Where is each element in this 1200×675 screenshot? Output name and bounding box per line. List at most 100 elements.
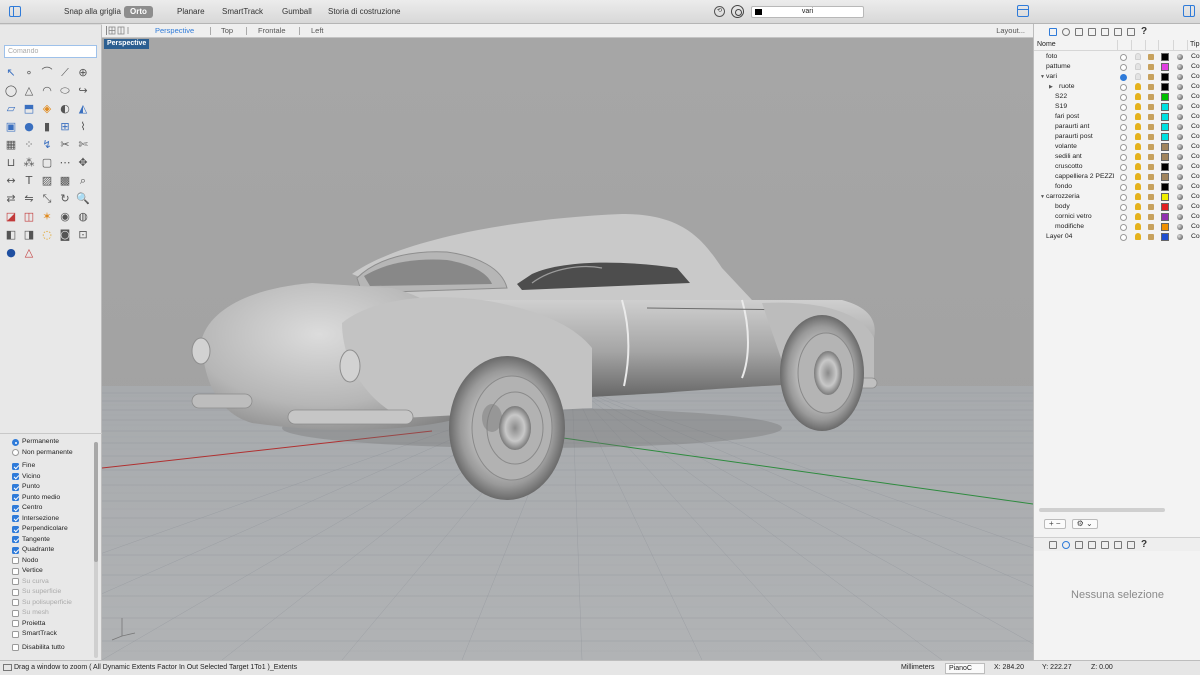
layer-name[interactable]: body — [1055, 202, 1070, 212]
layer-name[interactable]: ruote — [1059, 82, 1075, 92]
toggle-orto[interactable]: Orto — [124, 6, 153, 18]
lock-icon[interactable] — [1148, 234, 1154, 240]
curve-control-points-icon[interactable]: ⟋ — [57, 65, 73, 81]
osnap-checkbox[interactable] — [12, 515, 19, 523]
help-icon[interactable]: ? — [1140, 27, 1148, 37]
paint-icon[interactable]: △ — [21, 245, 37, 261]
material-icon[interactable] — [1177, 154, 1183, 160]
current-layer-radio[interactable] — [1120, 73, 1127, 81]
rotate-icon[interactable]: ↻ — [57, 191, 73, 207]
layer-name[interactable]: paraurti ant — [1055, 122, 1089, 132]
material-icon[interactable] — [1177, 94, 1183, 100]
layer-name[interactable]: fari post — [1055, 112, 1079, 122]
osnap-checkbox[interactable] — [12, 578, 19, 586]
osnap-checkbox[interactable] — [12, 494, 19, 502]
material-icon[interactable] — [1177, 174, 1183, 180]
layer-options-button[interactable]: ⚙ ⌄ — [1071, 519, 1098, 529]
current-layer-radio[interactable] — [1120, 193, 1127, 201]
lock-icon[interactable] — [1148, 54, 1154, 60]
lock-icon[interactable] — [1148, 214, 1154, 220]
layer-name[interactable]: volante — [1055, 142, 1077, 152]
color-wheel-icon[interactable]: ◌ — [39, 227, 55, 243]
lights-tab-icon[interactable] — [1101, 540, 1109, 549]
current-layer-radio[interactable] — [1120, 83, 1127, 91]
current-layer-select[interactable]: vari — [751, 6, 864, 18]
notes-tab-icon[interactable] — [1127, 540, 1135, 549]
osnap-item[interactable]: Punto medio — [12, 493, 60, 503]
osnap-item[interactable]: SmartTrack — [12, 629, 57, 639]
osnap-item[interactable]: Su curva — [12, 577, 49, 587]
osnap-checkbox[interactable] — [12, 630, 19, 638]
osnap-checkbox[interactable] — [12, 462, 19, 470]
current-layer-radio[interactable] — [1120, 173, 1127, 181]
extrude-surface-icon[interactable]: ⬒ — [21, 101, 37, 117]
osnap-checkbox[interactable] — [12, 525, 19, 533]
mirror-icon[interactable]: ⇋ — [21, 191, 37, 207]
current-layer-radio[interactable] — [1120, 143, 1127, 151]
osnap-item[interactable]: Vertice — [12, 566, 43, 576]
layer-name[interactable]: Layer 04 — [1046, 232, 1072, 242]
join-icon[interactable]: ⊔ — [3, 155, 19, 171]
ellipse-icon[interactable]: ⬭ — [57, 83, 73, 99]
viewport-layout-icons[interactable] — [106, 26, 130, 35]
render-tab-icon[interactable] — [1114, 540, 1122, 549]
layer-name[interactable]: S19 — [1055, 102, 1067, 112]
units-indicator[interactable]: Millimeters — [901, 661, 934, 675]
hatch-icon[interactable]: ▨ — [39, 173, 55, 189]
lock-icon[interactable] — [1148, 114, 1154, 120]
explode-icon[interactable]: ⁂ — [21, 155, 37, 171]
osnap-mode-1[interactable]: Non permanente — [12, 448, 73, 458]
layer-color-swatch[interactable] — [1161, 133, 1169, 141]
material-icon[interactable] — [1177, 184, 1183, 190]
layer-color-swatch[interactable] — [1161, 153, 1169, 161]
plane-surface-icon[interactable]: ▱ — [3, 101, 19, 117]
osnap-mode-radio[interactable] — [12, 449, 19, 457]
layer-row[interactable]: body Co — [1034, 202, 1200, 212]
lock-icon[interactable] — [1148, 164, 1154, 170]
sphere-render-icon[interactable]: ● — [3, 245, 19, 261]
layer-row[interactable]: ▶ ruote Co — [1034, 82, 1200, 92]
trim-icon[interactable]: ✄ — [75, 137, 91, 153]
mesh-icon[interactable]: ▦ — [3, 137, 19, 153]
zoom-extents-icon[interactable]: ⊕ — [75, 65, 91, 81]
toggle-storia-di-costruzione[interactable]: Storia di costruzione — [322, 6, 406, 18]
sidebar-toggle-icon[interactable] — [9, 6, 21, 17]
render-icon[interactable]: ◪ — [3, 209, 19, 225]
lock-icon[interactable] — [1148, 134, 1154, 140]
circle-icon[interactable]: ◯ — [3, 83, 19, 99]
layer-color-swatch[interactable] — [1161, 53, 1169, 61]
visibility-bulb-icon[interactable] — [1135, 123, 1141, 130]
viewport-scene[interactable] — [102, 38, 1033, 660]
current-layer-radio[interactable] — [1120, 93, 1127, 101]
layer-row[interactable]: paraurti post Co — [1034, 132, 1200, 142]
osnap-checkbox[interactable] — [12, 536, 19, 544]
material-icon[interactable] — [1177, 114, 1183, 120]
layer-name[interactable]: pattume — [1046, 62, 1071, 72]
lights-tab-icon[interactable] — [1101, 28, 1109, 36]
block-icon[interactable]: ▩ — [57, 173, 73, 189]
material-icon[interactable] — [1177, 74, 1183, 80]
osnap-item[interactable]: Punto — [12, 482, 40, 492]
layer-color-swatch[interactable] — [1161, 103, 1169, 111]
command-input[interactable] — [4, 45, 97, 58]
tab-left[interactable]: Left — [311, 25, 324, 37]
current-layer-radio[interactable] — [1120, 53, 1127, 61]
snapshot-icon[interactable]: ◙ — [57, 227, 73, 243]
osnap-item[interactable]: Vicino — [12, 472, 40, 482]
notes-tab-icon[interactable] — [1127, 28, 1135, 36]
lock-icon[interactable] — [1148, 154, 1154, 160]
current-layer-radio[interactable] — [1120, 203, 1127, 211]
layer-row[interactable]: ▼ carrozzeria Co — [1034, 192, 1200, 202]
box-solid-icon[interactable]: ▣ — [3, 119, 19, 135]
collapse-icon[interactable]: ▼ — [1040, 192, 1045, 202]
layer-name[interactable]: paraurti post — [1055, 132, 1093, 142]
current-layer-radio[interactable] — [1120, 233, 1127, 241]
library-tab-icon[interactable] — [1075, 540, 1083, 549]
visibility-bulb-icon[interactable] — [1135, 93, 1141, 100]
lock-icon[interactable] — [1148, 84, 1154, 90]
layer-color-swatch[interactable] — [1161, 173, 1169, 181]
cplane-select[interactable]: PianoC — [945, 663, 985, 674]
osnap-item[interactable]: Quadrante — [12, 545, 54, 555]
layer-name[interactable]: cruscotto — [1055, 162, 1083, 172]
material-icon[interactable] — [1177, 214, 1183, 220]
